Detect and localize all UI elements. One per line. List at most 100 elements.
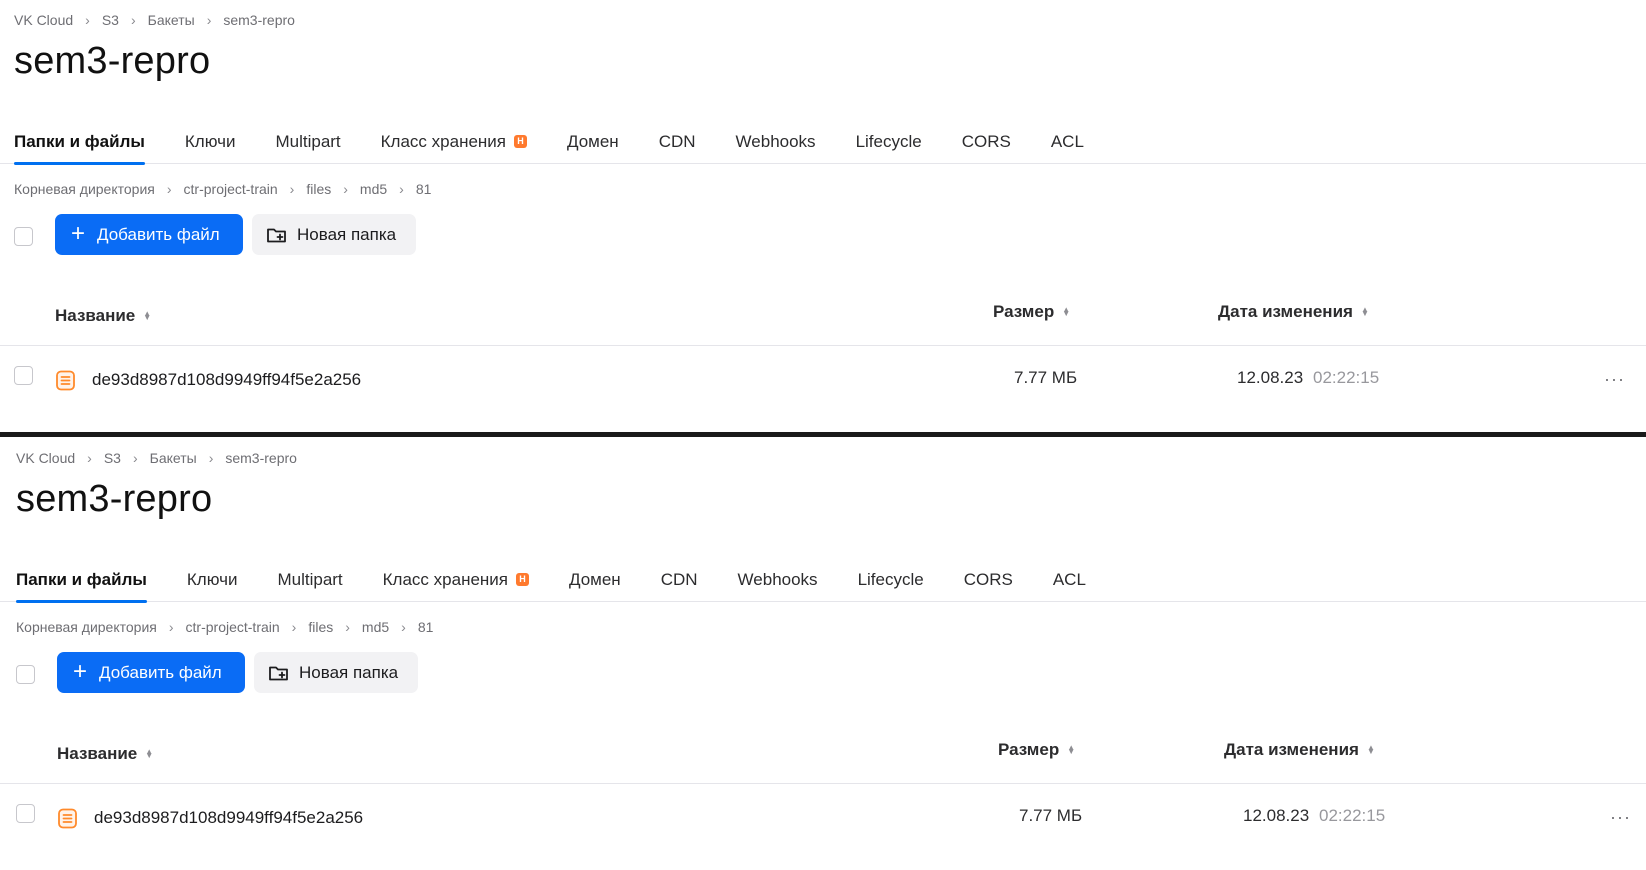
chevron-right-icon: › — [87, 450, 92, 466]
tab-keys[interactable]: Ключи — [187, 566, 238, 602]
column-header-name[interactable]: Название ▲ ▼ — [55, 306, 151, 326]
breadcrumb-item-buckets[interactable]: Бакеты — [150, 450, 197, 466]
page-title: sem3-repro — [14, 40, 211, 82]
table-header: Название ▲ ▼ Размер ▲ ▼ Дата изменения ▲ ▼ — [0, 296, 1646, 346]
tab-domain[interactable]: Домен — [569, 566, 621, 602]
tab-cors[interactable]: CORS — [964, 566, 1013, 602]
document-icon — [58, 808, 77, 829]
new-badge: H — [514, 135, 527, 148]
tab-folders-files[interactable]: Папки и файлы — [14, 128, 145, 165]
tab-lifecycle[interactable]: Lifecycle — [858, 566, 924, 602]
breadcrumb-item-buckets[interactable]: Бакеты — [148, 12, 195, 28]
tab-webhooks[interactable]: Webhooks — [738, 566, 818, 602]
path-item[interactable]: md5 — [362, 619, 389, 635]
sort-icon: ▲ ▼ — [1360, 305, 1369, 318]
path-item-root[interactable]: Корневая директория — [14, 181, 155, 197]
chevron-right-icon: › — [166, 181, 172, 197]
tab-storage-class[interactable]: Класс хранения H — [383, 566, 529, 602]
breadcrumb-item-vk-cloud[interactable]: VK Cloud — [14, 12, 73, 28]
column-header-size[interactable]: Размер ▲ ▼ — [998, 740, 1075, 760]
table-row[interactable]: de93d8987d108d9949ff94f5e2a256 7.77 МБ 1… — [0, 348, 1646, 412]
new-folder-label: Новая папка — [299, 662, 399, 682]
breadcrumb-item-s3[interactable]: S3 — [104, 450, 121, 466]
select-all-checkbox[interactable] — [16, 665, 35, 684]
chevron-right-icon: › — [343, 181, 348, 197]
tab-multipart[interactable]: Multipart — [277, 566, 342, 602]
path-item[interactable]: md5 — [360, 181, 387, 197]
folder-plus-icon — [269, 666, 288, 680]
new-folder-button[interactable]: Новая папка — [254, 652, 418, 693]
file-name[interactable]: de93d8987d108d9949ff94f5e2a256 — [94, 808, 363, 828]
tab-acl[interactable]: ACL — [1053, 566, 1086, 602]
column-header-date[interactable]: Дата изменения ▲ ▼ — [1218, 302, 1369, 322]
tab-acl[interactable]: ACL — [1051, 128, 1084, 164]
column-header-name[interactable]: Название ▲ ▼ — [57, 744, 153, 764]
tab-label: CDN — [658, 132, 696, 151]
tab-label: Папки и файлы — [16, 570, 147, 589]
breadcrumb-item-s3[interactable]: S3 — [102, 12, 119, 28]
tab-multipart[interactable]: Multipart — [275, 128, 340, 164]
folder-path: Корневая директория › ctr-project-train › … — [16, 619, 433, 635]
tab-label: Lifecycle — [855, 132, 922, 151]
tab-label: Класс хранения — [382, 570, 508, 589]
screenshot-panel-top: VK Cloud › S3 › Бакеты › sem3-repro sem3-re… — [0, 0, 1646, 432]
path-item-current: 81 — [415, 181, 432, 197]
more-actions-icon[interactable]: ··· — [1604, 370, 1625, 388]
tab-cdn[interactable]: CDN — [661, 566, 698, 602]
add-file-button[interactable]: + Добавить файл — [55, 214, 243, 255]
tab-domain[interactable]: Домен — [567, 128, 619, 164]
chevron-right-icon: › — [345, 619, 350, 635]
column-header-date[interactable]: Дата изменения ▲ ▼ — [1224, 740, 1375, 760]
tab-label: Папки и файлы — [14, 132, 145, 151]
document-icon — [56, 370, 75, 391]
tab-label: ACL — [1052, 570, 1086, 589]
file-date: 12.08.23 — [1243, 806, 1310, 825]
file-size: 7.77 МБ — [1019, 806, 1083, 825]
path-item-root[interactable]: Корневая директория — [16, 619, 157, 635]
chevron-right-icon: › — [401, 619, 406, 635]
path-item[interactable]: ctr-project-train — [186, 619, 280, 635]
breadcrumb: VK Cloud › S3 › Бакеты › sem3-repro — [16, 450, 297, 466]
row-checkbox[interactable] — [14, 366, 33, 385]
tab-label: Multipart — [277, 570, 343, 589]
tab-folders-files[interactable]: Папки и файлы — [16, 566, 147, 603]
row-checkbox[interactable] — [16, 804, 35, 823]
tab-lifecycle[interactable]: Lifecycle — [856, 128, 922, 164]
tab-label: ACL — [1050, 132, 1084, 151]
tab-label: Multipart — [275, 132, 341, 151]
new-badge: H — [516, 573, 529, 586]
path-item-current: 81 — [417, 619, 434, 635]
path-item[interactable]: files — [306, 181, 331, 197]
breadcrumb-item-vk-cloud[interactable]: VK Cloud — [16, 450, 75, 466]
tab-label: Ключи — [184, 132, 236, 151]
tab-keys[interactable]: Ключи — [185, 128, 236, 164]
tab-webhooks[interactable]: Webhooks — [736, 128, 816, 164]
more-actions-icon[interactable]: ··· — [1610, 808, 1631, 826]
select-all-checkbox[interactable] — [14, 227, 33, 246]
sort-icon: ▲ ▼ — [1366, 743, 1375, 756]
new-folder-label: Новая папка — [297, 224, 397, 244]
plus-icon: + — [71, 219, 86, 247]
table-row[interactable]: de93d8987d108d9949ff94f5e2a256 7.77 МБ 1… — [0, 786, 1646, 850]
column-header-size[interactable]: Размер ▲ ▼ — [993, 302, 1070, 322]
file-name[interactable]: de93d8987d108d9949ff94f5e2a256 — [92, 370, 361, 390]
chevron-right-icon: › — [206, 12, 212, 28]
toolbar: + Добавить файл Новая папка — [0, 214, 600, 256]
column-label: Дата изменения — [1218, 302, 1353, 321]
column-label: Название — [57, 744, 138, 763]
chevron-right-icon: › — [132, 450, 138, 466]
path-item[interactable]: files — [308, 619, 333, 635]
new-folder-button[interactable]: Новая папка — [252, 214, 416, 255]
tab-storage-class[interactable]: Класс хранения H — [381, 128, 527, 164]
tab-cdn[interactable]: CDN — [659, 128, 696, 164]
add-file-button[interactable]: + Добавить файл — [57, 652, 245, 693]
tab-cors[interactable]: CORS — [962, 128, 1011, 164]
tab-label: CORS — [961, 132, 1011, 151]
column-label: Название — [55, 306, 136, 325]
chevron-right-icon: › — [85, 12, 90, 28]
path-item[interactable]: ctr-project-train — [184, 181, 278, 197]
plus-icon: + — [73, 657, 88, 685]
breadcrumb: VK Cloud › S3 › Бакеты › sem3-repro — [14, 12, 295, 28]
file-time: 02:22:15 — [1313, 368, 1380, 387]
folder-path: Корневая директория › ctr-project-train › … — [14, 181, 431, 197]
